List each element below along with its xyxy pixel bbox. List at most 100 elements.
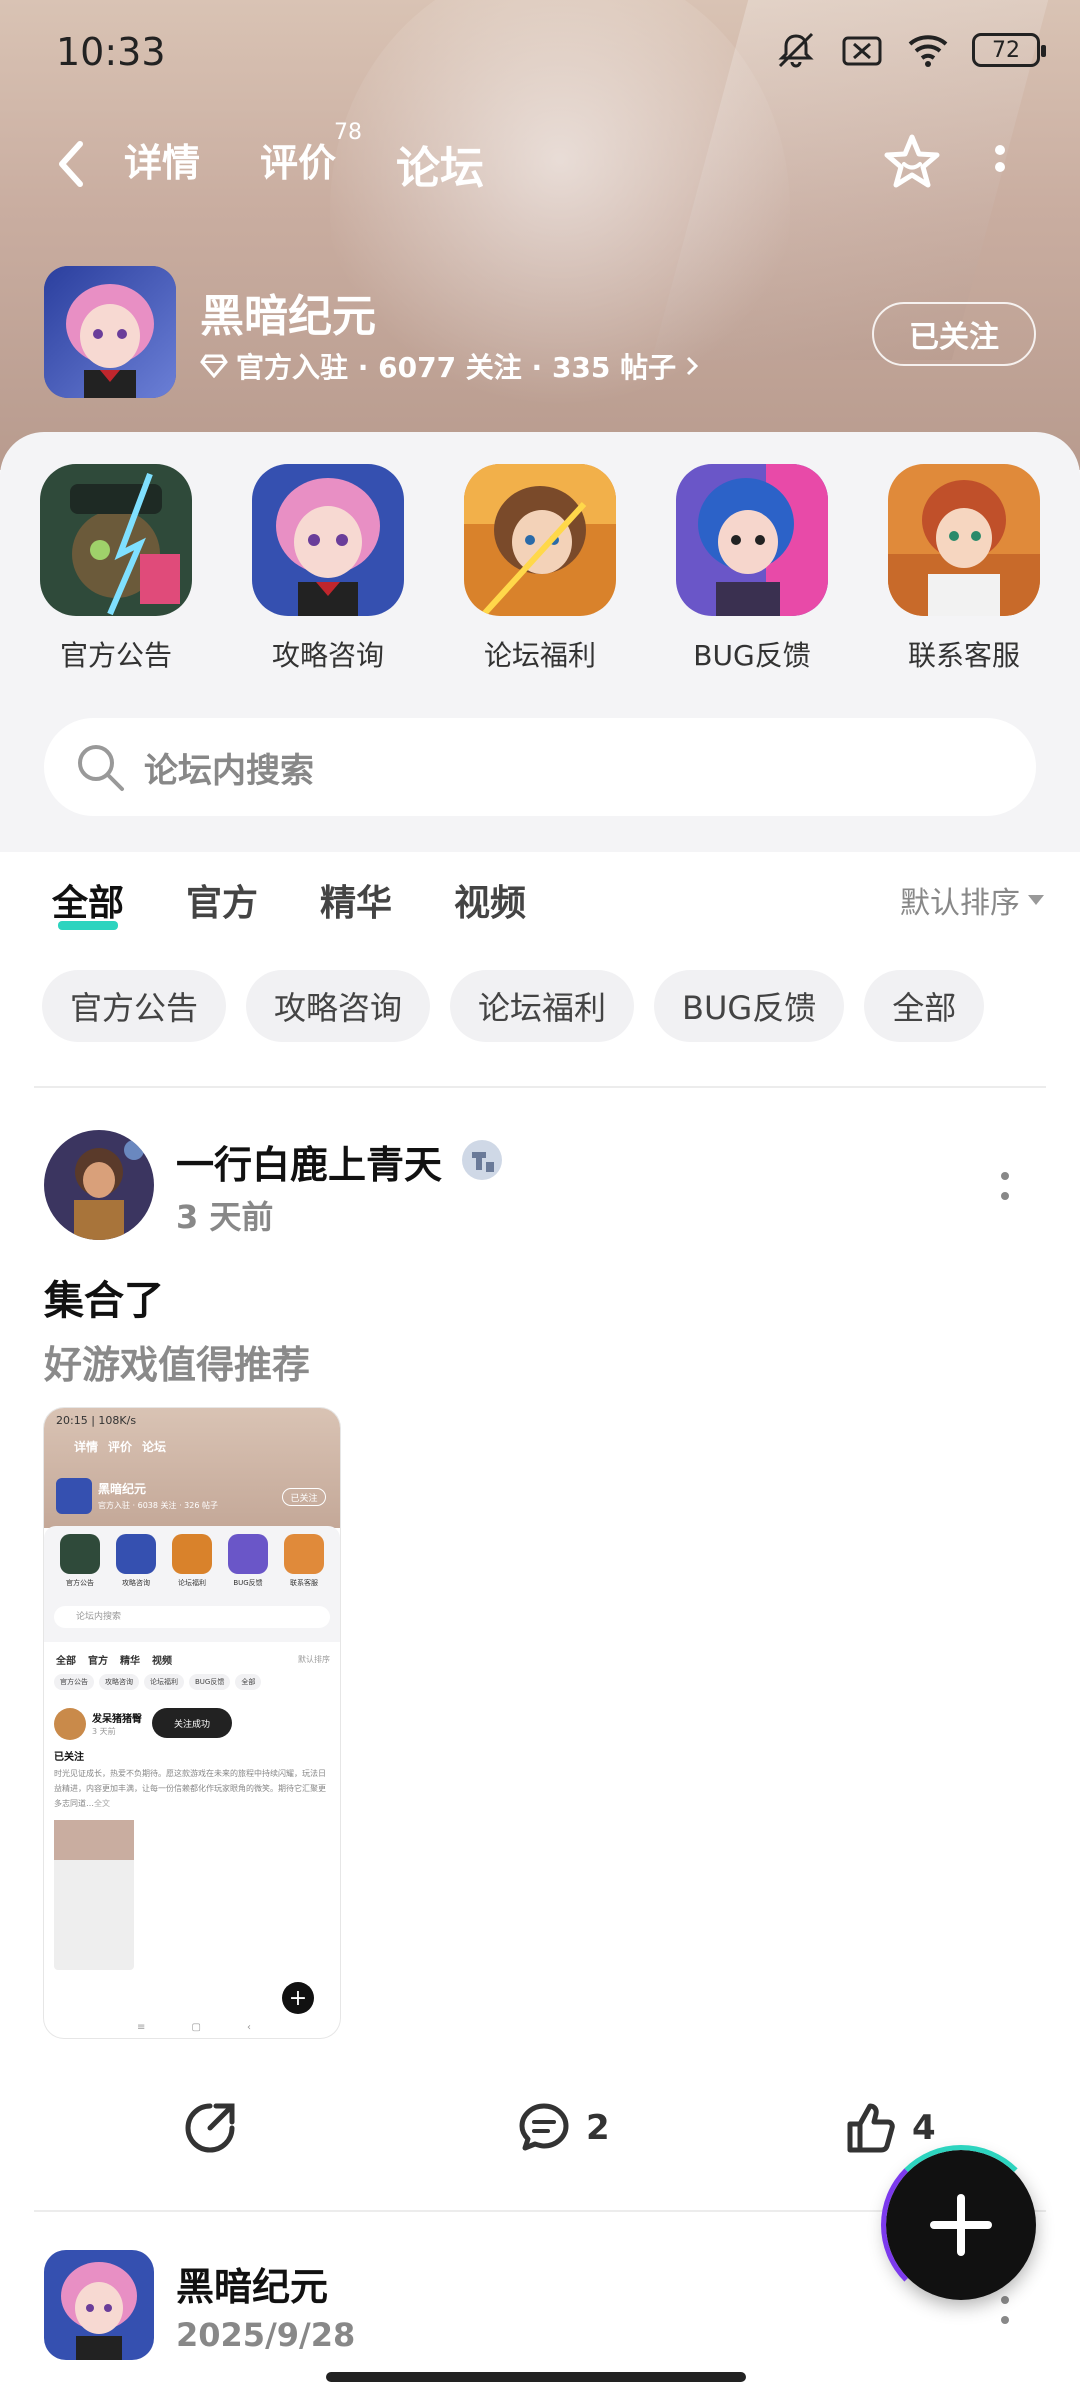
dropdown-triangle-icon — [1028, 895, 1044, 905]
filter-tab-essence[interactable]: 精华 — [320, 874, 392, 926]
mini-cat-label: BUG反馈 — [233, 1579, 263, 1587]
mini-cat-label: 联系客服 — [290, 1579, 318, 1587]
game-header: 黑暗纪元 官方入驻 · 6077 关注 · 335 帖子 已关注 — [0, 262, 1080, 402]
follow-button[interactable]: 已关注 — [872, 302, 1036, 366]
mini-cat-art — [284, 1534, 324, 1574]
forum-card: 官方公告 攻略咨询 论坛福利 BUG反馈 联系客服 论坛内搜索 — [0, 432, 1080, 852]
guide-art — [252, 464, 404, 616]
search-icon — [78, 745, 124, 791]
chip-guide[interactable]: 攻略咨询 — [246, 970, 431, 1042]
category-welfare[interactable]: 论坛福利 — [455, 464, 625, 674]
category-row: 官方公告 攻略咨询 论坛福利 BUG反馈 联系客服 — [0, 464, 1080, 674]
share-button[interactable] — [182, 2100, 238, 2156]
category-label: 官方公告 — [59, 639, 172, 672]
new-post-button[interactable] — [881, 2145, 1041, 2305]
chip-welfare[interactable]: 论坛福利 — [450, 970, 635, 1042]
chip-all[interactable]: 全部 — [864, 970, 985, 1042]
nav-tabs: 详情 评价 78 论坛 — [124, 120, 485, 200]
post-time: 2025/9/28 — [176, 2316, 356, 2354]
thumbs-up-icon — [847, 2103, 895, 2153]
chip-row: 官方公告 攻略咨询 论坛福利 BUG反馈 全部 — [42, 970, 985, 1042]
like-count: 4 — [912, 2108, 936, 2148]
tab-details[interactable]: 详情 — [124, 132, 200, 196]
post-more-icon[interactable] — [998, 2292, 1012, 2332]
search-input[interactable]: 论坛内搜索 — [44, 718, 1036, 816]
tab-label: 评价 — [260, 141, 337, 185]
battery-icon: 72 — [972, 33, 1046, 67]
tab-reviews[interactable]: 评价 78 — [260, 120, 362, 196]
mini-body: 时光见证成长，热爱不负期待。愿这款游戏在未来的旅程中持续闪耀，玩法日益精进，内容… — [54, 1766, 330, 1811]
category-label: BUG反馈 — [693, 639, 811, 672]
home-indicator[interactable] — [326, 2372, 746, 2382]
post-image[interactable]: 20:15 | 108K/s 详情 评价 论坛 黑暗纪元 官方入驻 · 6038… — [44, 1408, 340, 2038]
mini-nav-bar: ≡ ▢ ‹ — [114, 2022, 274, 2034]
filter-tab-video[interactable]: 视频 — [454, 874, 526, 926]
mini-cat-label: 攻略咨询 — [122, 1579, 150, 1587]
mini-tab: 详情 — [74, 1440, 99, 1454]
comment-count: 2 — [586, 2108, 610, 2148]
mini-tabs: 详情 评价 论坛 — [74, 1438, 166, 1455]
mini-avatar — [54, 1708, 86, 1740]
mini-author: 发呆猪猪臀 — [92, 1714, 142, 1725]
chip-bug[interactable]: BUG反馈 — [654, 970, 845, 1042]
mini-cat: 论坛福利 — [172, 1534, 212, 1588]
back-arrow-icon[interactable] — [52, 136, 92, 192]
mini-chip: 论坛福利 — [144, 1674, 184, 1690]
sort-dropdown[interactable]: 默认排序 — [900, 878, 1044, 922]
post-title: 集合了 — [44, 1278, 164, 1324]
mini-fab: + — [282, 1982, 314, 2014]
mini-chip: BUG反馈 — [189, 1674, 231, 1690]
mini-more: 全文 — [94, 1799, 110, 1808]
mute-icon — [778, 32, 814, 68]
tab-forum[interactable]: 论坛 — [396, 132, 485, 200]
mini-ftabs: 全部 官方 精华 视频 — [56, 1652, 172, 1667]
mini-game-name: 黑暗纪元 — [98, 1482, 147, 1496]
mini-tab: 评价 — [108, 1440, 133, 1454]
post-author[interactable]: 黑暗纪元 — [176, 2256, 328, 2311]
mini-chips: 官方公告 攻略咨询 论坛福利 BUG反馈 全部 — [54, 1674, 262, 1690]
game-avatar[interactable] — [44, 266, 176, 398]
like-button[interactable]: 4 — [842, 2100, 936, 2156]
filter-tab-official[interactable]: 官方 — [186, 874, 258, 926]
avatar[interactable] — [44, 2250, 154, 2360]
mini-cat: 攻略咨询 — [116, 1534, 156, 1588]
divider — [34, 1086, 1046, 1088]
post-author[interactable]: 一行白鹿上青天 — [176, 1134, 442, 1189]
game-meta[interactable]: 官方入驻 · 6077 关注 · 335 帖子 — [200, 346, 700, 386]
comment-button[interactable]: 2 — [516, 2100, 610, 2156]
filter-tab-all[interactable]: 全部 — [52, 874, 124, 930]
official-announcement-art — [40, 464, 192, 616]
filter-tabs: 全部 官方 精华 视频 默认排序 — [0, 860, 1080, 950]
mini-home-icon: ▢ — [191, 2022, 201, 2033]
mini-cat-art — [116, 1534, 156, 1574]
bug-feedback-art — [676, 464, 828, 616]
more-options-icon[interactable] — [990, 142, 1010, 192]
category-label: 论坛福利 — [483, 639, 596, 672]
chevron-right-icon — [687, 356, 699, 376]
mini-back-icon: ‹ — [246, 2022, 251, 2033]
category-customer-service[interactable]: 联系客服 — [879, 464, 1049, 674]
post-more-icon[interactable] — [998, 1168, 1012, 1208]
category-guide[interactable]: 攻略咨询 — [243, 464, 413, 674]
category-official[interactable]: 官方公告 — [31, 464, 201, 674]
avatar[interactable] — [44, 1130, 154, 1240]
post-body: 好游戏值得推荐 — [44, 1343, 311, 1387]
top-nav: 详情 评价 78 论坛 — [0, 110, 1080, 220]
game-name: 黑暗纪元 — [200, 291, 376, 342]
mini-cat-label: 官方公告 — [66, 1579, 94, 1587]
favorite-star-icon[interactable] — [882, 132, 942, 192]
mini-ftab: 全部 — [56, 1656, 76, 1667]
status-time: 10:33 — [56, 30, 166, 74]
mini-game-avatar — [56, 1478, 92, 1514]
no-sim-icon — [842, 36, 882, 66]
chip-official[interactable]: 官方公告 — [42, 970, 227, 1042]
mini-chip: 全部 — [235, 1674, 262, 1690]
category-bug-feedback[interactable]: BUG反馈 — [667, 464, 837, 674]
mini-cat-art — [172, 1534, 212, 1574]
review-count: 78 — [334, 120, 363, 145]
mini-tab: 论坛 — [142, 1440, 167, 1454]
mini-cat-art — [60, 1534, 100, 1574]
mini-cats: 官方公告 攻略咨询 论坛福利 BUG反馈 联系客服 — [52, 1534, 332, 1588]
mini-search: 论坛内搜索 — [54, 1606, 330, 1628]
welfare-art — [464, 464, 616, 616]
